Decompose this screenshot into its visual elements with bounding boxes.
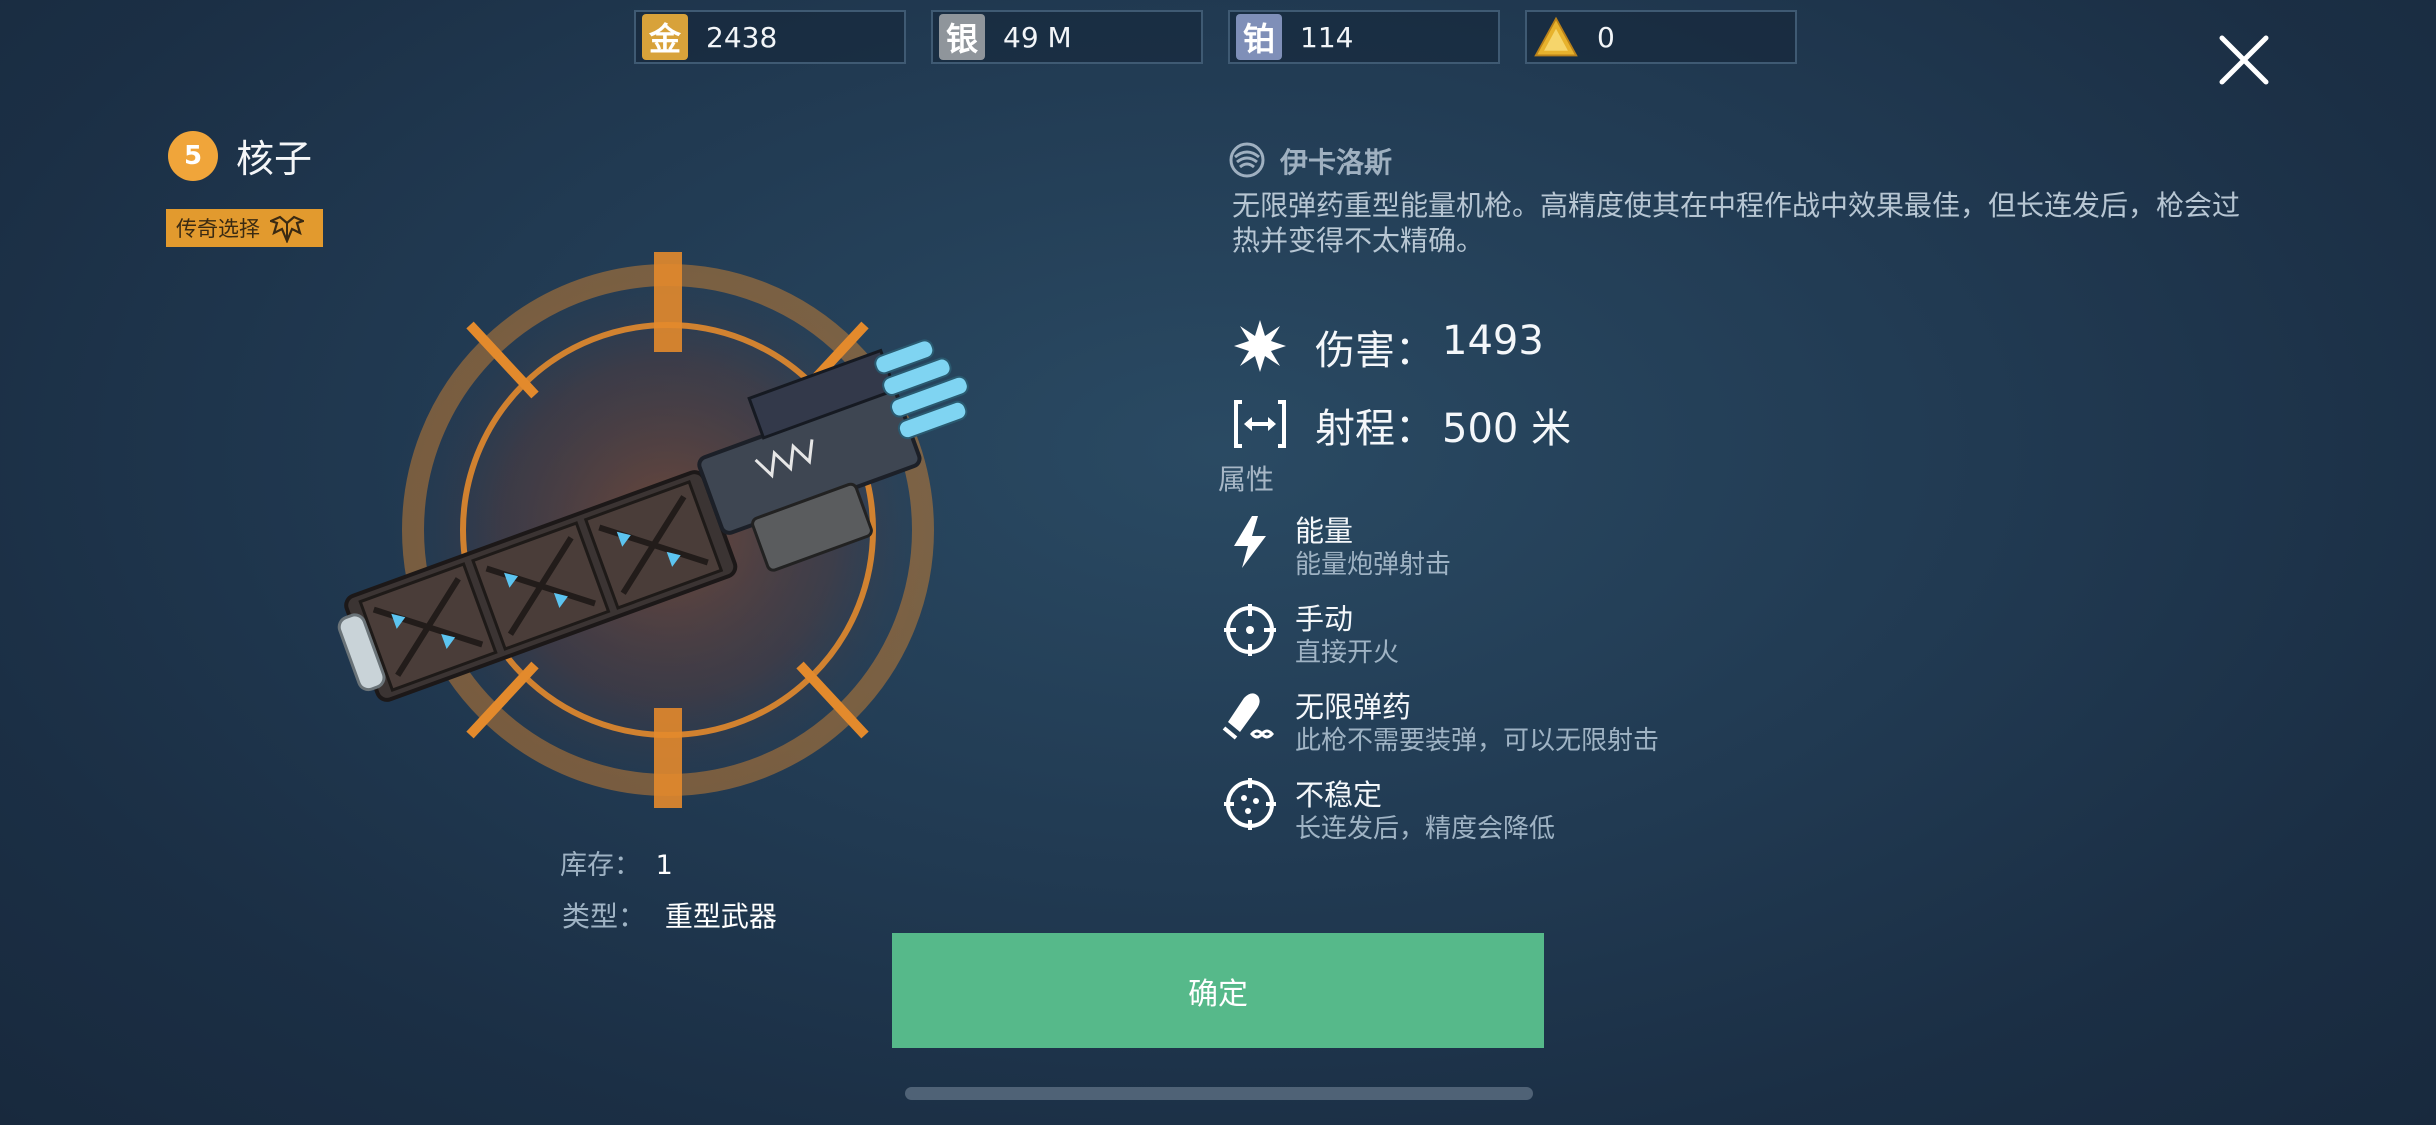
stock-label: 库存： <box>560 850 641 881</box>
type-value: 重型武器 <box>664 900 777 933</box>
range-label: 射程： <box>1315 406 1435 452</box>
damage-burst-icon <box>1234 320 1286 372</box>
attribute-desc-energy: 能量炮弹射击 <box>1295 550 1452 580</box>
silver-amount: 49 M <box>1003 20 1072 54</box>
infinite-ammo-icon <box>1222 693 1274 740</box>
wings-emblem-icon <box>270 215 304 243</box>
range-value: 500 米 <box>1442 406 1572 452</box>
home-indicator-bar[interactable] <box>905 1087 1533 1100</box>
attributes-heading: 属性 <box>1218 463 1275 496</box>
unstable-icon <box>1224 778 1276 830</box>
platinum-amount: 114 <box>1300 20 1354 54</box>
weapon-description: 无限弹药重型能量机枪。高精度使其在中程作战中效果最佳，但长连发后，枪会过热并变得… <box>1232 189 2241 257</box>
gold-icon: 金 <box>642 14 688 60</box>
stock-value: 1 <box>655 850 673 881</box>
attribute-desc-infinite-ammo: 此枪不需要装弹，可以无限射击 <box>1295 726 1660 756</box>
confirm-button[interactable]: 确定 <box>892 933 1544 1048</box>
close-icon <box>2219 35 2269 85</box>
silver-currency[interactable]: 银 49 M <box>931 10 1203 64</box>
gold-currency[interactable]: 金 2438 <box>634 10 906 64</box>
key-amount: 0 <box>1597 20 1615 54</box>
weapon-name: 核子 <box>236 137 313 181</box>
crosshair-icon <box>1224 604 1276 656</box>
manufacturer-name: 伊卡洛斯 <box>1280 146 1393 179</box>
manufacturer-icon <box>1229 142 1265 178</box>
stock-row: 库存： 1 <box>560 843 673 882</box>
platinum-icon: 铂 <box>1236 14 1282 60</box>
gold-amount: 2438 <box>706 20 778 54</box>
legendary-choice-label: 传奇选择 <box>176 217 260 241</box>
damage-label: 伤害： <box>1315 328 1435 374</box>
lightning-icon <box>1234 516 1266 568</box>
legendary-choice-tag: 传奇选择 <box>166 209 323 247</box>
damage-value: 1493 <box>1442 318 1544 364</box>
attribute-desc-manual: 直接开火 <box>1295 638 1400 668</box>
close-button[interactable] <box>2214 30 2274 90</box>
range-arrows-icon <box>1234 400 1286 448</box>
type-label: 类型： <box>562 900 647 933</box>
level-badge: 5 <box>168 131 218 181</box>
attribute-desc-unstable: 长连发后，精度会降低 <box>1295 814 1556 844</box>
platinum-currency[interactable]: 铂 114 <box>1228 10 1500 64</box>
key-icon <box>1533 14 1579 60</box>
key-currency[interactable]: 0 <box>1525 10 1797 64</box>
weapon-preview <box>320 230 1060 830</box>
type-row: 类型： 重型武器 <box>562 895 777 935</box>
silver-icon: 银 <box>939 14 985 60</box>
